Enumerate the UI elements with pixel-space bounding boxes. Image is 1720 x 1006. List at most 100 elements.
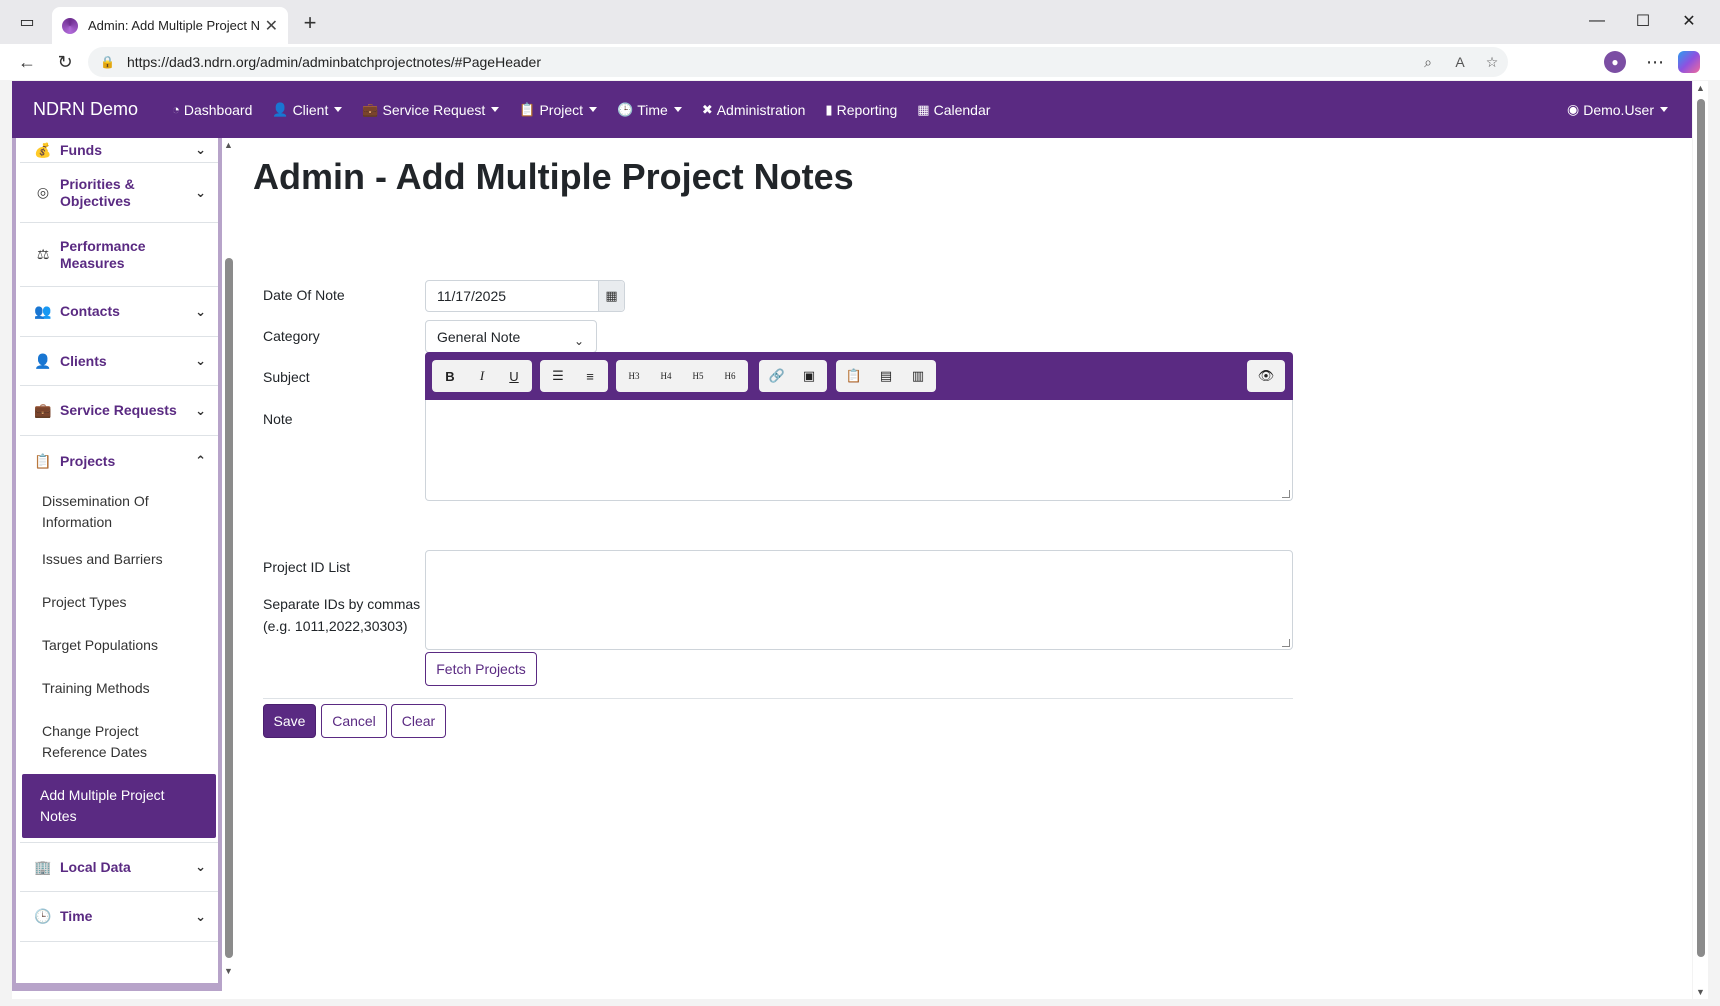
project-id-help-text: Separate IDs by commas (e.g. 1011,2022,3… (263, 596, 421, 634)
browser-tab[interactable]: Admin: Add Multiple Project Notes ✕ (52, 7, 288, 44)
back-icon[interactable]: ← (12, 48, 42, 76)
chevron-down-icon: ⌄ (195, 184, 206, 200)
nav-project[interactable]: 📋 Project (519, 102, 598, 118)
minimize-icon[interactable]: — (1582, 8, 1612, 34)
nav-reporting[interactable]: ▮ Reporting (825, 102, 897, 118)
italic-icon[interactable]: I (466, 362, 498, 390)
resize-handle-icon[interactable] (1282, 490, 1290, 498)
nav-calendar[interactable]: ▦ Calendar (917, 102, 990, 118)
project-id-list-textarea[interactable] (425, 550, 1293, 650)
heading-4-icon[interactable]: H4 (650, 362, 682, 390)
sidebar-subitem-target-populations[interactable]: Target Populations (20, 624, 218, 667)
image-icon[interactable]: ▣ (793, 362, 825, 390)
nav-administration[interactable]: ✖ Administration (702, 102, 806, 118)
sidebar-toggle-icon[interactable]: ▭ (12, 8, 42, 36)
fetch-projects-button[interactable]: Fetch Projects (425, 652, 537, 686)
favorite-star-icon[interactable]: ☆ (1476, 54, 1508, 71)
sidebar-scrollbar[interactable]: ▲ ▼ (222, 138, 234, 978)
nav-dashboard[interactable]: ◔ Dashboard (172, 102, 252, 118)
sidebar-subitem-dissemination[interactable]: Dissemination Of Information (20, 486, 218, 538)
sidebar-item-contacts[interactable]: 👥 Contacts ⌄ (20, 287, 218, 337)
browser-tab-bar: ▭ Admin: Add Multiple Project Notes ✕ + … (0, 0, 1720, 44)
scroll-up-icon[interactable]: ▲ (224, 140, 233, 150)
date-of-note-label: Date Of Note (263, 287, 345, 303)
sidebar-item-service-requests[interactable]: 💼 Service Requests ⌄ (20, 386, 218, 436)
sidebar-item-clients[interactable]: 👤 Clients ⌄ (20, 337, 218, 386)
bold-icon[interactable]: B (434, 362, 466, 390)
profile-avatar[interactable]: ● (1604, 51, 1626, 73)
resize-handle-icon[interactable] (1282, 639, 1290, 647)
sidebar-item-local-data[interactable]: 🏢 Local Data ⌄ (20, 842, 218, 892)
heading-3-icon[interactable]: H3 (618, 362, 650, 390)
sidebar-item-label: Funds (60, 141, 102, 158)
sidebar-item-priorities[interactable]: ◎ Priorities & Objectives ⌄ (20, 163, 218, 223)
clear-button[interactable]: Clear (391, 704, 446, 738)
read-aloud-icon[interactable]: A (1444, 54, 1476, 70)
top-navbar: NDRN Demo ◔ Dashboard 👤 Client 💼 Service… (12, 81, 1692, 138)
bullet-list-icon[interactable]: ☰ (542, 362, 574, 390)
chevron-down-icon: ⌄ (195, 402, 206, 418)
maximize-icon[interactable]: ☐ (1628, 8, 1658, 34)
chevron-down-icon (334, 107, 343, 112)
chevron-down-icon: ⌄ (573, 334, 584, 348)
scroll-down-icon[interactable]: ▼ (224, 966, 233, 976)
cancel-button[interactable]: Cancel (321, 704, 387, 738)
page-scroll-thumb[interactable] (1697, 99, 1705, 957)
user-menu[interactable]: ◉ Demo.User (1567, 81, 1668, 138)
sidebar-subitem-project-types[interactable]: Project Types (20, 581, 218, 624)
chevron-down-icon (1660, 107, 1668, 112)
date-of-note-field[interactable]: 11/17/2025 ▦ (425, 280, 625, 312)
save-button[interactable]: Save (263, 704, 316, 738)
preview-eye-icon[interactable]: 👁 (1250, 362, 1282, 390)
link-icon[interactable]: 🔗 (761, 362, 793, 390)
scroll-down-icon[interactable]: ▼ (1696, 987, 1705, 997)
briefcase-icon: 💼 (34, 402, 52, 418)
note-label: Note (263, 411, 293, 427)
sidebar-scroll-thumb[interactable] (225, 258, 233, 958)
paste-word-icon[interactable]: ▥ (902, 362, 934, 390)
chevron-down-icon: ⌄ (195, 859, 206, 874)
close-window-icon[interactable]: ✕ (1674, 8, 1704, 34)
chevron-down-icon (491, 107, 500, 112)
sidebar-item-projects[interactable]: 📋 Projects ⌃ (20, 436, 218, 486)
note-editor[interactable] (425, 400, 1293, 501)
sidebar-item-funds[interactable]: 💰 Funds ⌄ (20, 138, 218, 163)
zoom-icon[interactable]: ⌕ (1412, 54, 1444, 71)
category-select[interactable]: General Note ⌄ (425, 320, 597, 353)
url-field[interactable]: 🔒 https://dad3.ndrn.org/admin/adminbatch… (88, 47, 1508, 77)
heading-6-icon[interactable]: H6 (714, 362, 746, 390)
page-scrollbar[interactable]: ▲ ▼ (1693, 81, 1708, 999)
nav-service-request[interactable]: 💼 Service Request (362, 102, 500, 118)
copilot-icon[interactable] (1678, 51, 1700, 73)
heading-group: H3 H4 H5 H6 (616, 360, 748, 392)
close-tab-icon[interactable]: ✕ (265, 16, 278, 36)
sidebar-subitem-change-dates[interactable]: Change Project Reference Dates (20, 710, 218, 774)
numbered-list-icon[interactable]: ≡ (574, 362, 606, 390)
refresh-icon[interactable]: ↻ (50, 48, 80, 76)
sidebar-subitem-issues[interactable]: Issues and Barriers (20, 538, 218, 581)
underline-icon[interactable]: U (498, 362, 530, 390)
calendar-picker-icon[interactable]: ▦ (598, 281, 624, 311)
sidebar-item-performance-measures[interactable]: ⚖ Performance Measures (20, 223, 218, 287)
sidebar-subitem-training-methods[interactable]: Training Methods (20, 667, 218, 710)
paste-text-icon[interactable]: ▤ (870, 362, 902, 390)
target-icon: ◎ (36, 184, 50, 200)
chevron-down-icon: ⌄ (195, 142, 206, 157)
list-group: ☰ ≡ (540, 360, 608, 392)
nav-client[interactable]: 👤 Client (272, 101, 343, 118)
brand-link[interactable]: NDRN Demo (33, 99, 138, 120)
nav-dashboard-label: Dashboard (183, 101, 253, 118)
sidebar-subitem-add-multiple-notes[interactable]: Add Multiple Project Notes (22, 774, 216, 838)
subject-label: Subject (263, 369, 310, 385)
chevron-down-icon: ⌄ (195, 908, 206, 924)
scroll-up-icon[interactable]: ▲ (1696, 83, 1705, 93)
more-options-icon[interactable]: ⋯ (1640, 48, 1670, 76)
nav-client-label: Client (292, 101, 329, 118)
paste-icon[interactable]: 📋 (838, 362, 870, 390)
new-tab-icon[interactable]: + (296, 10, 324, 36)
clock-icon: 🕒 (617, 101, 634, 117)
site-info-icon[interactable]: 🔒 (100, 55, 115, 69)
sidebar-item-time[interactable]: 🕒 Time ⌄ (20, 892, 218, 942)
nav-time[interactable]: 🕒 Time (617, 102, 682, 118)
heading-5-icon[interactable]: H5 (682, 362, 714, 390)
